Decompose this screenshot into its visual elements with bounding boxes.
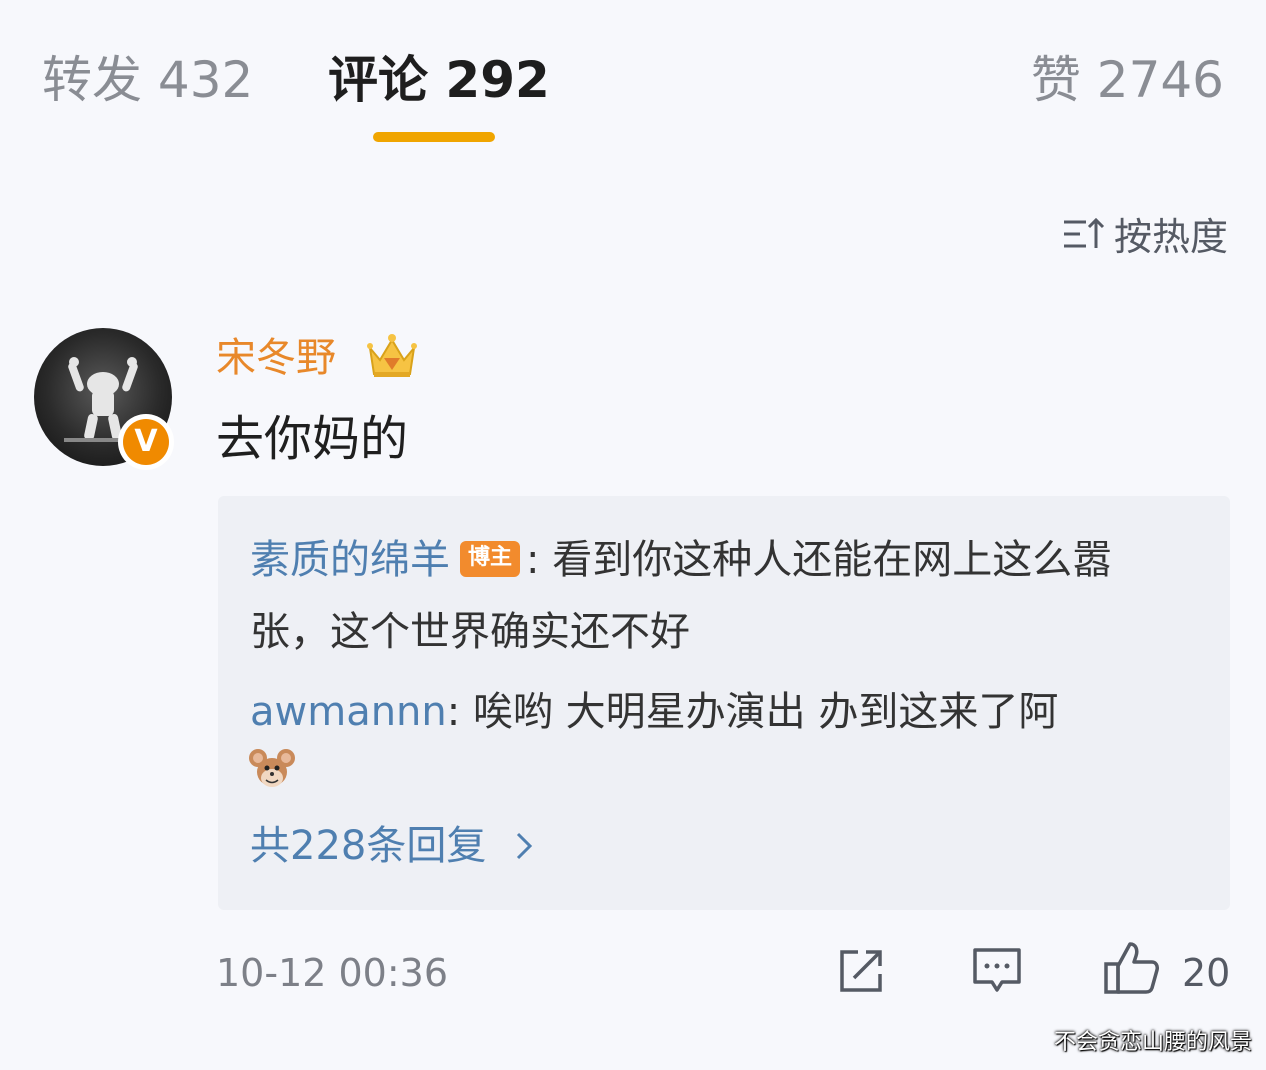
thumbs-up-icon[interactable] <box>1102 940 1160 996</box>
comment-timestamp: 10-12 00:36 <box>216 951 449 995</box>
more-replies-link[interactable]: 共228条回复 <box>250 816 538 876</box>
reply-author[interactable]: awmannn <box>250 689 447 735</box>
more-replies-label: 共228条回复 <box>250 823 487 869</box>
comment-tabs: 转发 432 评论 292 赞 2746 <box>0 44 1266 154</box>
active-tab-indicator <box>373 132 495 142</box>
tab-like[interactable]: 赞 2746 <box>1031 48 1224 112</box>
blogger-tag: 博主 <box>460 541 521 577</box>
verified-badge: V <box>118 414 174 470</box>
jerry-emoji-icon <box>249 749 295 787</box>
crown-icon <box>367 334 417 377</box>
reply-author[interactable]: 素质的绵羊 <box>250 537 450 583</box>
reply-box[interactable]: 素质的绵羊 博主: 看到你这种人还能在网上这么嚣张，这个世界确实还不好 awman… <box>218 496 1230 910</box>
comment-text: 去你妈的 <box>216 411 409 467</box>
verified-v-icon: V <box>123 419 169 465</box>
sort-icon <box>1062 214 1108 254</box>
sort-label: 按热度 <box>1113 215 1228 259</box>
tab-repost[interactable]: 转发 432 <box>42 48 253 112</box>
watermark: 不会贪恋山腰的风景 <box>1053 1030 1252 1055</box>
comment-username[interactable]: 宋冬野 <box>216 332 336 384</box>
chevron-right-icon <box>517 832 533 860</box>
reply-item[interactable]: awmannn: 唉哟 大明星办演出 办到这来了阿 <box>250 676 1170 748</box>
like-count: 20 <box>1182 951 1231 995</box>
tab-comment[interactable]: 评论 292 <box>328 48 550 112</box>
sort-button[interactable]: 按热度 <box>1062 206 1228 261</box>
reply-text: : 唉哟 大明星办演出 办到这来了阿 <box>446 689 1059 735</box>
share-icon[interactable] <box>834 944 888 998</box>
reply-item[interactable]: 素质的绵羊 博主: 看到你这种人还能在网上这么嚣张，这个世界确实还不好 <box>250 524 1170 668</box>
comment-icon[interactable] <box>970 944 1024 998</box>
